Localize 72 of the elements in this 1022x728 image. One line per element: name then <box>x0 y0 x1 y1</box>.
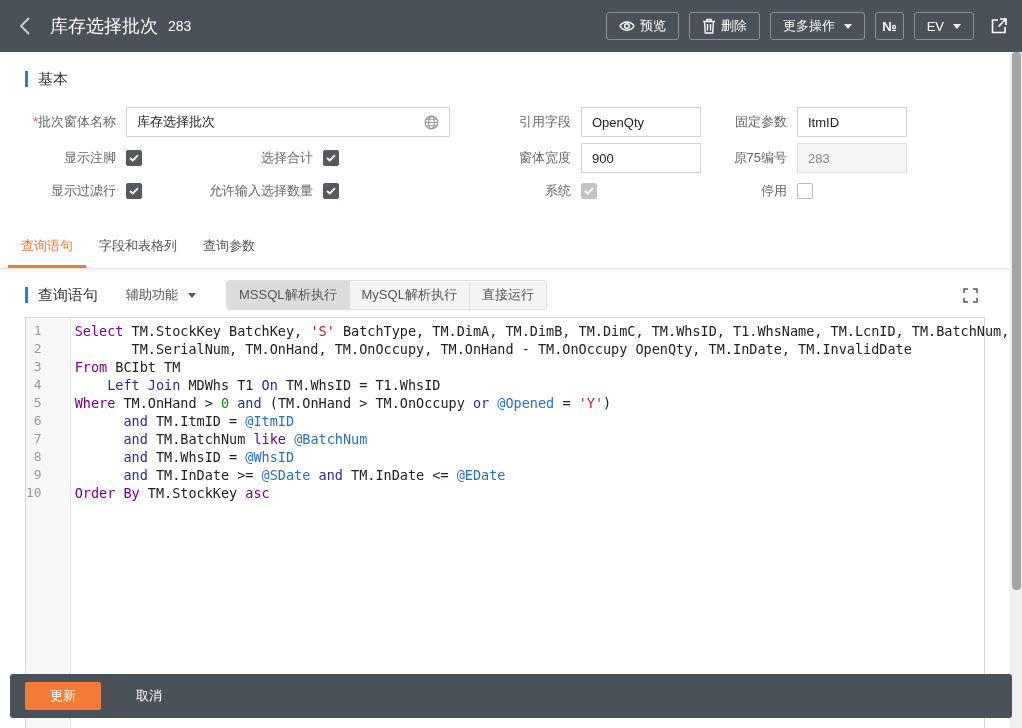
input-field[interactable]: ItmID <box>797 107 907 137</box>
line-number: 9 <box>32 466 43 484</box>
check-icon <box>326 154 336 162</box>
field-label: 显示注脚 <box>63 149 116 167</box>
line-number: 4 <box>32 376 43 394</box>
checkbox[interactable] <box>126 183 142 199</box>
checkbox[interactable] <box>323 150 339 166</box>
code-line: and TM.InDate >= @SDate and TM.InDate <= @EDate <box>122 466 507 484</box>
code-line: Order By TM.StockKey asc <box>74 484 271 502</box>
check-icon <box>129 187 139 195</box>
line-number: 10 <box>26 484 43 502</box>
helper-dropdown[interactable]: 辅助功能 <box>120 285 202 305</box>
code-line: and TM.BatchNum like @BatchNum <box>122 430 369 448</box>
input-field[interactable]: OpenQty <box>581 107 701 137</box>
fullscreen-icon[interactable] <box>963 287 978 303</box>
check-icon <box>584 187 594 195</box>
line-number: 2 <box>32 340 43 358</box>
caret-icon <box>188 292 196 298</box>
line-number: 7 <box>32 430 43 448</box>
dropdown-button[interactable]: EV <box>913 12 974 40</box>
record-number: 283 <box>168 18 192 34</box>
field-label: 系统 <box>544 182 571 200</box>
code-line: and TM.WhsID = @WhsID <box>122 448 296 466</box>
code-line: Select TM.StockKey BatchKey, 'S' BatchType, TM.DimA, TM.DimB, TM.DimC, TM.WhsID, T1.WhsName, TM.LcnID, TM.BatchNum, <box>74 322 1010 340</box>
eye-icon <box>619 20 636 32</box>
check-icon <box>326 187 336 195</box>
mode-button[interactable]: 直接运行 <box>468 281 546 309</box>
field-label: *批次窗体名称 <box>31 113 116 131</box>
code-line: Left Join MDWhs T1 On TM.WhsID = T1.WhsID <box>106 376 442 394</box>
check-icon <box>129 154 139 162</box>
section-title: 查询语句 <box>38 285 98 305</box>
field-label: 显示过滤行 <box>50 182 116 200</box>
line-number: 5 <box>32 394 43 412</box>
tab[interactable]: 查询参数 <box>190 229 268 268</box>
field-label: 选择合计 <box>260 149 313 167</box>
tab[interactable]: 字段和表格列 <box>86 229 190 268</box>
share-icon <box>990 17 1008 35</box>
input-field[interactable]: 库存选择批次 <box>126 107 450 137</box>
preview-button[interactable]: 预览 <box>606 12 680 40</box>
section-title: 基本 <box>38 69 68 89</box>
share-button[interactable] <box>990 17 1008 35</box>
trash-icon <box>702 18 717 34</box>
checkbox[interactable] <box>797 183 813 199</box>
field-label: 允许输入选择数量 <box>208 182 313 200</box>
code-line: and TM.ItmID = @ItmID <box>122 412 296 430</box>
code-line: Where TM.OnHand > 0 and (TM.OnHand > TM.OnOccupy or @Opened = 'Y') <box>74 394 613 412</box>
caret-icon <box>953 23 961 29</box>
dropdown-button[interactable]: 更多操作 <box>770 12 866 40</box>
line-number: 3 <box>32 358 43 376</box>
checkbox[interactable] <box>126 150 142 166</box>
input-field[interactable]: 900 <box>581 143 701 173</box>
delete-button[interactable]: 删除 <box>689 12 761 40</box>
page-title: 库存选择批次 <box>50 15 158 38</box>
field-label: 引用字段 <box>518 113 571 131</box>
cancel-button[interactable]: 取消 <box>111 682 187 710</box>
number-button[interactable]: № <box>875 12 904 40</box>
mode-button[interactable]: MSSQL解析执行 <box>227 281 349 309</box>
field-label: 停用 <box>760 182 787 200</box>
globe-icon <box>424 114 439 130</box>
line-number: 8 <box>32 448 43 466</box>
code-line: TM.SerialNum, TM.OnHand, TM.OnOccupy, TM.OnHand - TM.OnOccupy OpenQty, TM.InDate, TM.InvalidDate <box>130 340 913 358</box>
code-line: From BCIbt TM <box>74 358 182 376</box>
line-number: 6 <box>32 412 43 430</box>
caret-icon <box>844 23 853 29</box>
scrollbar[interactable] <box>1010 52 1022 728</box>
mode-button[interactable]: MySQL解析执行 <box>348 281 469 309</box>
checkbox[interactable] <box>323 183 339 199</box>
line-number: 1 <box>32 322 43 340</box>
field-label: 原75编号 <box>732 149 787 167</box>
back-icon[interactable] <box>18 16 32 36</box>
field-label: 窗体宽度 <box>518 149 571 167</box>
field-label: 固定参数 <box>734 113 787 131</box>
